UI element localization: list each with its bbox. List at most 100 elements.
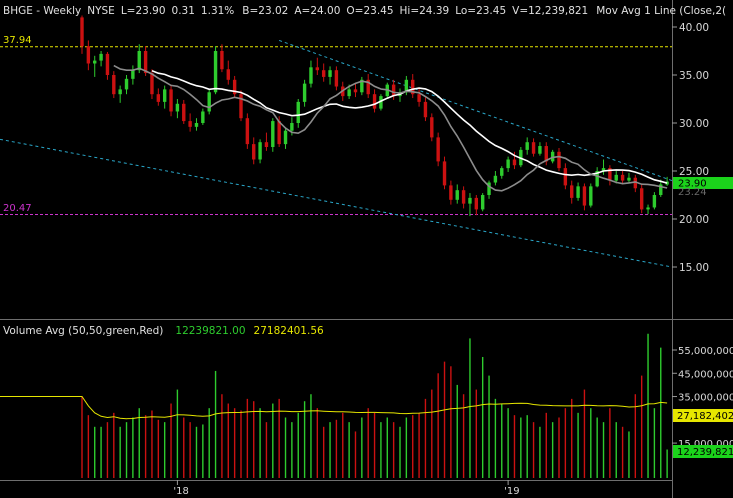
candle-body [194,123,199,127]
candle-body [620,174,625,181]
price-tick-label: 40.00 [679,22,709,34]
price-tick-label: 15.00 [679,262,709,274]
candle-body [646,207,650,210]
candle-body [309,67,313,84]
candle-body [328,70,332,77]
symbol-label: BHGE - Weekly [3,5,81,17]
bid-price: B=23.02 [242,5,288,17]
candle-body [334,70,339,87]
candle-body [461,190,466,204]
time-tick-label: '19 [504,486,519,497]
candle-body [531,142,536,154]
candle-body [290,123,294,131]
volume-average-tag-label: 27,182,402 [677,411,733,422]
open-price: O=23.45 [346,5,393,17]
candle-body [372,94,377,109]
candle-body [347,89,351,97]
candle-body [156,94,161,102]
candle-body [207,92,211,112]
price-tick-label: 30.00 [679,118,709,130]
candle-body [474,197,479,210]
candle-body [296,101,300,123]
volume-tick-label: 35,000,000 [678,393,733,404]
candle-body [570,185,574,198]
chart-header: BHGE - Weekly NYSE L=23.90 0.31 1.31% B=23.02… [3,5,726,17]
candle-body [169,89,173,112]
candle-body [118,89,122,95]
candle-body [589,186,593,206]
price-change-pct: 1.31% [201,5,234,17]
candle-body [131,70,135,79]
candle-body [124,78,129,90]
price-change: 0.31 [172,5,195,17]
volume-tick-label: 45,000,000 [678,369,733,380]
candle-body [576,186,580,198]
candle-body [391,84,396,97]
candle-body [430,117,434,138]
candle-body [442,161,447,186]
candle-body [264,142,269,147]
candle-body [614,174,618,181]
candle-body [455,190,459,200]
candle-body [302,83,307,102]
candle-body [277,121,281,145]
candle-body [321,70,326,77]
candle-body [449,185,453,200]
volume-average-value: 27182401.56 [254,325,324,337]
candle-body [423,101,428,118]
candle-body [512,159,517,166]
chart-canvas: BHGE - Weekly NYSE L=23.90 0.31 1.31% B=23.02… [0,0,733,498]
candle-body [315,67,320,71]
candle-body [500,168,504,176]
lower-level-label: 20.47 [3,203,32,214]
candle-body [162,89,167,102]
candle-body [417,94,421,102]
volume-current-value: 12239821.00 [175,325,245,337]
price-tick-label: 25.00 [679,166,709,178]
last-price: L=23.90 [121,5,166,17]
candle-body [201,111,205,123]
candle-body [627,177,631,181]
candle-body [525,142,529,150]
candle-body [188,121,192,127]
candle-body [652,195,657,208]
candle-body [80,17,84,47]
price-tick-label: 35.00 [679,70,709,82]
candle-body [436,137,440,162]
chart-background [0,0,733,498]
candle-body [99,53,103,61]
candle-body [538,146,542,154]
candle-body [271,121,275,147]
candle-body [480,195,485,210]
candle-body [137,51,141,71]
hidden-price-tag-label: 23.24 [678,187,707,198]
candle-body [493,175,498,183]
candle-body [468,197,472,204]
candle-body [506,159,510,169]
candle-body [150,73,154,95]
candle-body [582,186,587,206]
candle-body [557,151,561,169]
volume-indicator-label: Volume Avg (50,50,green,Red) [3,325,163,337]
indicator-label: Mov Avg 1 Line (Close,2( [596,5,726,17]
candle-body [245,118,250,145]
high-price: Hi=24.39 [400,5,450,17]
candle-body [226,69,230,80]
upper-level-label: 37.94 [3,35,32,46]
candle-body [220,51,224,70]
candle-body [93,60,97,64]
candle-body [175,103,180,112]
exchange-label: NYSE [87,5,115,17]
low-price: Lo=23.45 [455,5,506,17]
volume-value: V=12,239,821 [512,5,588,17]
candle-body [639,188,644,210]
candle-body [252,144,256,160]
price-tick-label: 20.00 [679,214,709,226]
candle-body [258,142,262,160]
candle-body [105,53,110,75]
candle-body [182,103,186,122]
volume-tick-label: 55,000,000 [678,346,733,357]
ask-price: A=24.00 [294,5,340,17]
candle-body [283,130,288,145]
candle-body [112,75,116,95]
